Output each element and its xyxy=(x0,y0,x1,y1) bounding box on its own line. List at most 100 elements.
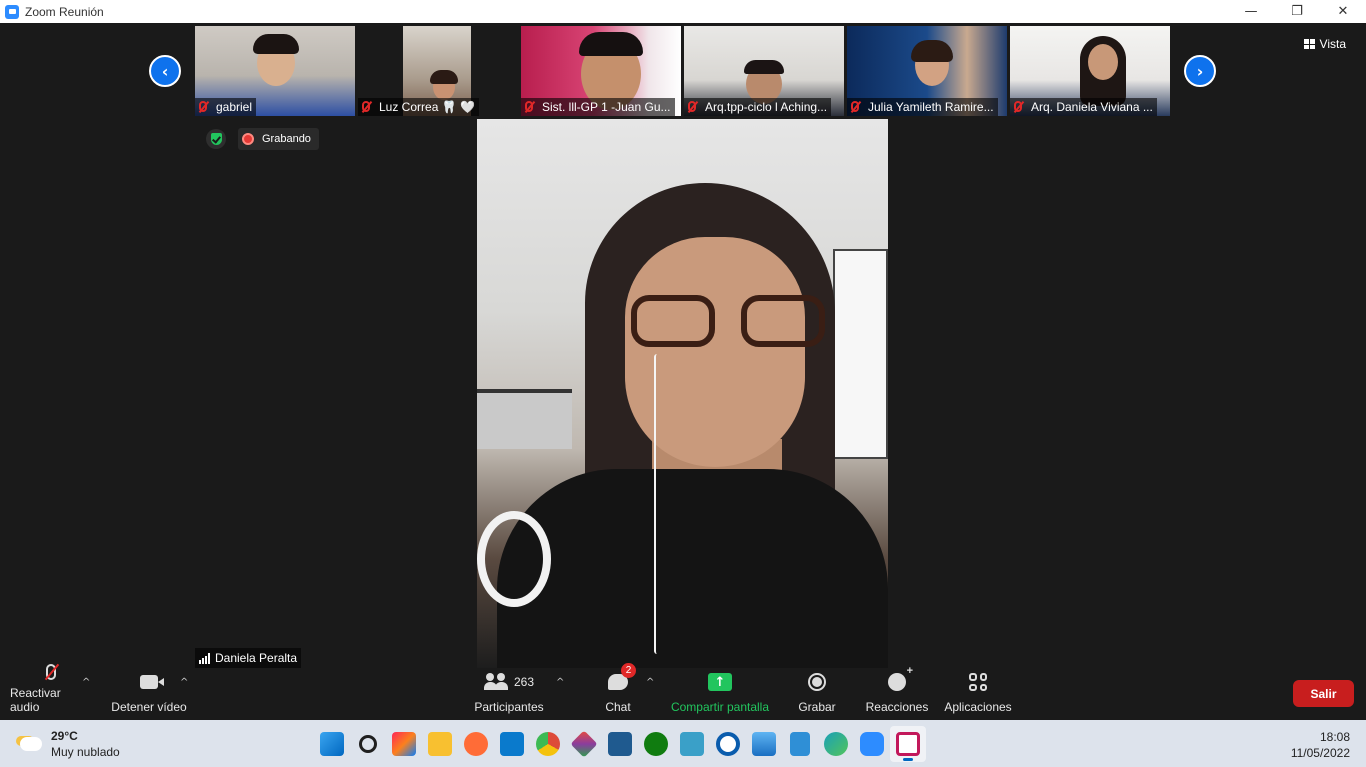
weather-temperature: 29°C xyxy=(51,729,78,743)
chrome-icon xyxy=(536,732,560,756)
previous-page-button[interactable]: ‹ xyxy=(149,55,181,87)
participant-thumbnail[interactable]: gabriel xyxy=(195,26,355,116)
apps-button[interactable]: Aplicaciones xyxy=(942,668,1014,720)
mysql-icon xyxy=(608,732,632,756)
taskbar-app-button[interactable] xyxy=(530,726,566,762)
participant-name: Julia Yamileth Ramire... xyxy=(868,100,994,114)
participant-name-tag: Luz Correa 🦷 🤍 xyxy=(358,98,479,116)
taskbar-app-button[interactable] xyxy=(674,726,710,762)
taskbar-app-button[interactable] xyxy=(494,726,530,762)
participants-options-caret[interactable]: ^ xyxy=(556,677,564,688)
taskbar-app-button[interactable] xyxy=(638,726,674,762)
share-label: Compartir pantalla xyxy=(670,700,770,714)
recording-dot-icon xyxy=(242,133,254,145)
participant-name-tag: gabriel xyxy=(195,98,257,116)
taskbar-app-button[interactable] xyxy=(746,726,782,762)
unmute-audio-button[interactable]: Reactivar audio xyxy=(10,664,92,720)
intellij-icon xyxy=(392,732,416,756)
taskbar-app-button[interactable] xyxy=(602,726,638,762)
taskbar-app-button[interactable] xyxy=(782,726,818,762)
meeting-security-icon[interactable] xyxy=(206,129,226,149)
reaction-smiley-icon xyxy=(888,665,913,691)
zoom-app-icon xyxy=(5,4,19,19)
participant-thumbnail[interactable]: Sist. lll-GP 1 -Juan Gu... xyxy=(521,26,681,116)
view-button[interactable]: Vista xyxy=(1303,34,1346,54)
audio-options-caret[interactable]: ^ xyxy=(82,677,90,688)
chat-options-caret[interactable]: ^ xyxy=(646,677,654,688)
reactions-button[interactable]: Reacciones xyxy=(864,665,930,720)
clock-date: 11/05/2022 xyxy=(1290,746,1350,760)
chat-label: Chat xyxy=(605,700,631,714)
record-label: Grabar xyxy=(798,700,836,714)
xbox-icon xyxy=(644,732,668,756)
record-button[interactable]: Grabar xyxy=(796,668,838,720)
weather-description: Muy nublado xyxy=(51,745,120,759)
chevron-left-icon: ‹ xyxy=(161,61,169,81)
help-icon xyxy=(680,732,704,756)
participants-count: 263 xyxy=(513,675,535,689)
vscode-icon xyxy=(500,732,524,756)
participant-thumbnail[interactable]: Arq.tpp-ciclo l Aching... xyxy=(684,26,844,116)
mic-muted-icon xyxy=(525,101,537,113)
mic-muted-icon xyxy=(1014,101,1026,113)
view-label: Vista xyxy=(1319,37,1346,51)
active-speaker-name: Daniela Peralta xyxy=(215,651,298,665)
participant-thumbnail[interactable]: Luz Correa 🦷 🤍 xyxy=(358,26,518,116)
participant-thumbnail[interactable]: Arq. Daniela Viviana ... xyxy=(1010,26,1170,116)
app-icon xyxy=(716,732,740,756)
taskbar-app-button[interactable] xyxy=(710,726,746,762)
window-controls: — ❐ ✕ xyxy=(1228,0,1366,23)
notepad-icon xyxy=(790,732,810,756)
taskbar-app-button[interactable] xyxy=(386,726,422,762)
participant-thumbnail[interactable]: Julia Yamileth Ramire... xyxy=(847,26,1007,116)
mic-muted-icon xyxy=(688,101,700,113)
active-speaker-video xyxy=(477,119,888,668)
microphone-muted-icon xyxy=(46,664,56,680)
taskbar-app-button[interactable] xyxy=(458,726,494,762)
participant-name-tag: Arq.tpp-ciclo l Aching... xyxy=(684,98,832,116)
windows-taskbar: 29°C Muy nublado 18:08 11/05/2022 xyxy=(0,720,1366,767)
share-screen-button[interactable]: ↑ Compartir pantalla xyxy=(668,668,772,720)
cloudy-weather-icon xyxy=(20,737,42,751)
snipping-tool-icon xyxy=(896,732,920,756)
photos-icon xyxy=(752,732,776,756)
close-button[interactable]: ✕ xyxy=(1320,0,1366,23)
taskbar-apps xyxy=(314,726,926,762)
taskbar-app-button[interactable] xyxy=(890,726,926,762)
taskbar-app-button[interactable] xyxy=(818,726,854,762)
video-camera-icon xyxy=(140,675,164,689)
participant-name-tag: Arq. Daniela Viviana ... xyxy=(1010,98,1157,116)
leave-meeting-button[interactable]: Salir xyxy=(1293,680,1354,707)
windows-start-icon xyxy=(320,732,344,756)
taskbar-search-button[interactable] xyxy=(350,726,386,762)
audio-label: Reactivar audio xyxy=(10,686,61,714)
chat-button[interactable]: 2 Chat xyxy=(600,663,636,720)
restore-button[interactable]: ❐ xyxy=(1274,0,1320,23)
participant-name: Arq. Daniela Viviana ... xyxy=(1031,100,1153,114)
search-icon xyxy=(359,735,377,753)
participants-button[interactable]: 263 Participantes xyxy=(472,668,546,720)
recording-label: Grabando xyxy=(262,133,311,145)
taskbar-app-button[interactable] xyxy=(422,726,458,762)
signal-strength-icon xyxy=(199,652,210,664)
minimize-button[interactable]: — xyxy=(1228,0,1274,23)
chat-unread-badge: 2 xyxy=(621,663,636,678)
participants-label: Participantes xyxy=(474,700,544,714)
window-title: Zoom Reunión xyxy=(25,4,104,19)
taskbar-app-button[interactable] xyxy=(566,726,602,762)
stop-video-button[interactable]: Detener vídeo xyxy=(111,668,187,720)
postman-icon xyxy=(464,732,488,756)
taskbar-app-button[interactable] xyxy=(854,726,890,762)
participant-name: gabriel xyxy=(216,100,253,114)
zoom-icon xyxy=(860,732,884,756)
participant-name-tag: Julia Yamileth Ramire... xyxy=(847,98,998,116)
participant-name-tag: Sist. lll-GP 1 -Juan Gu... xyxy=(521,98,675,116)
windows-start-button[interactable] xyxy=(314,726,350,762)
weather-widget[interactable]: 29°C Muy nublado xyxy=(20,728,120,760)
next-page-button[interactable]: › xyxy=(1184,55,1216,87)
video-label: Detener vídeo xyxy=(111,700,187,714)
video-options-caret[interactable]: ^ xyxy=(180,677,188,688)
apps-label: Aplicaciones xyxy=(944,700,1012,714)
recording-indicator[interactable]: Grabando xyxy=(238,128,319,150)
taskbar-clock[interactable]: 18:08 11/05/2022 xyxy=(1291,729,1350,761)
